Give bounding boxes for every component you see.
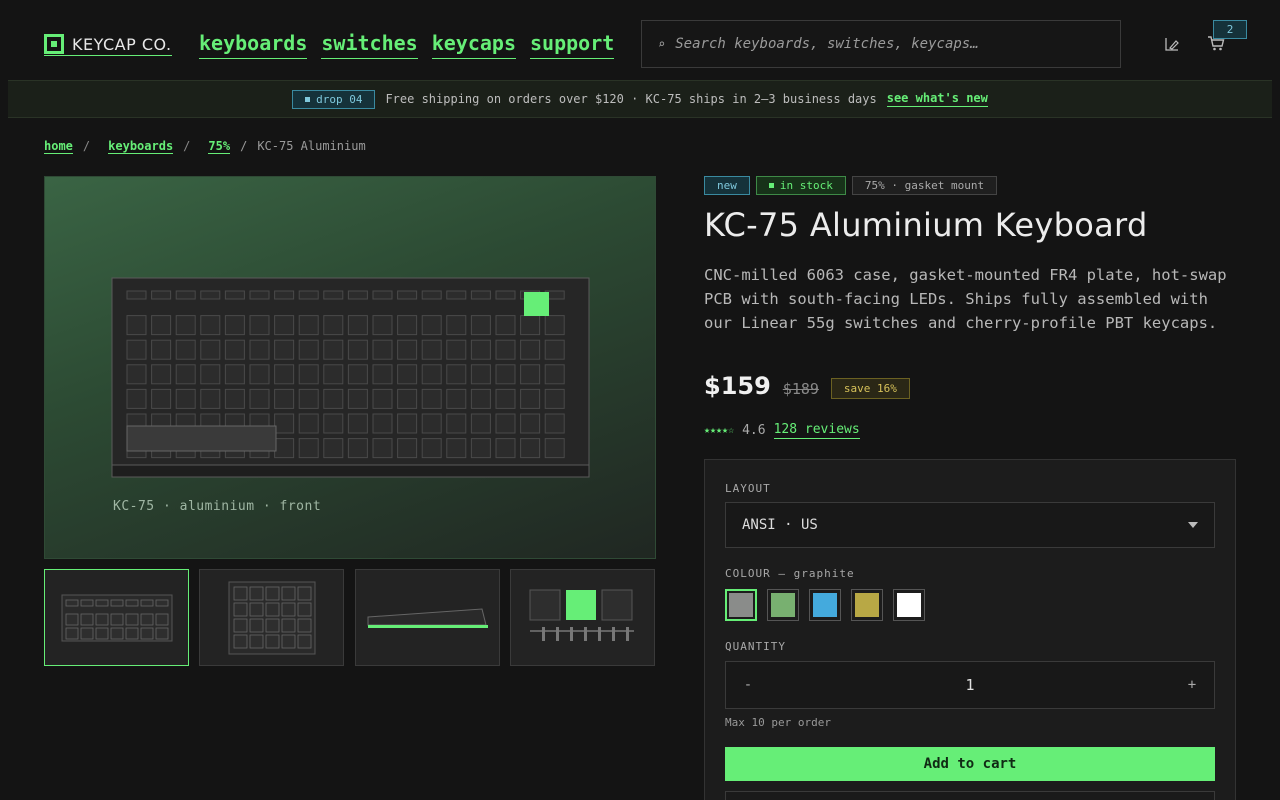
search-input[interactable] <box>675 36 1096 52</box>
max-order-note: Max 10 per order <box>725 716 831 729</box>
add-to-cart-button[interactable]: Add to cart <box>725 747 1215 781</box>
swatch-white[interactable] <box>893 589 925 621</box>
nav-switches[interactable]: switches <box>321 30 418 59</box>
quantity-stepper: - 1 + <box>725 661 1215 709</box>
layout-label: LAYOUT <box>725 482 771 495</box>
price-row: $159 $189 save 16% <box>704 372 910 401</box>
nav-keyboards[interactable]: keyboards <box>199 30 308 59</box>
swatch-sky[interactable] <box>809 589 841 621</box>
nav-support[interactable]: support <box>530 30 615 59</box>
promo-text: Free shipping on orders over $120 · KC-7… <box>385 92 877 106</box>
chevron-down-icon <box>1188 522 1198 528</box>
logo-icon <box>44 34 64 54</box>
quantity-increase-button[interactable]: + <box>1184 677 1200 693</box>
old-price: $189 <box>782 380 819 398</box>
thumbnail-front[interactable] <box>44 569 189 666</box>
breadcrumb-separator: / <box>183 139 191 153</box>
product-description: CNC-milled 6063 case, gasket-mounted FR4… <box>704 266 1227 332</box>
breadcrumb-home[interactable]: home <box>44 139 73 154</box>
thumbnail-side-image <box>367 607 488 628</box>
main-nav: keyboards switches keycaps support <box>199 30 615 59</box>
breadcrumb-75[interactable]: 75% <box>208 139 231 154</box>
tag-in-stock: in stock <box>755 176 846 195</box>
thumbnail-switches[interactable] <box>510 569 655 666</box>
thumbnail-top[interactable] <box>199 569 344 666</box>
brand-logo[interactable]: KEYCAP CO. <box>44 34 172 56</box>
layout-value: ANSI · US <box>742 517 818 533</box>
save-badge: save 16% <box>830 378 910 399</box>
config-panel: LAYOUT ANSI · US COLOUR — graphite QUANT… <box>704 459 1236 800</box>
rating-row: ★★★★☆ 4.6 128 reviews <box>704 422 860 439</box>
quantity-decrease-button[interactable]: - <box>740 677 756 693</box>
product-tags: new in stock 75% · gasket mount <box>704 176 998 195</box>
colour-swatches <box>725 589 925 621</box>
product-hero-image[interactable]: KC-75 · aluminium · front <box>44 176 656 559</box>
square-icon <box>305 96 311 102</box>
tag-in-stock-label: in stock <box>779 179 833 192</box>
cart-count-badge: 2 <box>1213 20 1247 39</box>
swatch-mustard[interactable] <box>851 589 883 621</box>
quantity-label: QUANTITY <box>725 640 786 653</box>
search-icon: ⌕ <box>658 37 666 51</box>
thumbnail-top-image <box>228 581 315 654</box>
star-rating-icon: ★★★★☆ <box>704 425 735 436</box>
tag-layout: 75% · gasket mount <box>851 176 998 195</box>
brand-name: KEYCAP CO. <box>72 34 172 54</box>
thumbnail-side[interactable] <box>355 569 500 666</box>
drop-badge: drop 04 <box>292 89 376 109</box>
hero-caption: KC-75 · aluminium · front <box>113 499 322 514</box>
breadcrumb-current: KC-75 Aluminium <box>257 139 366 153</box>
tag-new: new <box>704 176 750 195</box>
thumbnail-switches-image <box>529 589 634 641</box>
reviews-link[interactable]: 128 reviews <box>773 422 860 439</box>
breadcrumb: home / keyboards / 75% / KC-75 Aluminium <box>44 139 366 154</box>
square-icon <box>768 183 774 188</box>
swatch-sage[interactable] <box>767 589 799 621</box>
promo-bar: drop 04 Free shipping on orders over $12… <box>8 80 1272 118</box>
search-box[interactable]: ⌕ <box>641 20 1121 68</box>
product-title: KC-75 Aluminium Keyboard <box>704 206 1148 244</box>
drop-badge-label: drop 04 <box>316 92 363 106</box>
layout-select[interactable]: ANSI · US <box>725 502 1215 548</box>
colour-label: COLOUR — graphite <box>725 567 855 580</box>
thumbnail-front-image <box>61 594 172 641</box>
rating-value: 4.6 <box>742 423 766 438</box>
breadcrumb-keyboards[interactable]: keyboards <box>108 139 174 154</box>
breadcrumb-separator: / <box>82 139 91 153</box>
quantity-value[interactable]: 1 <box>965 676 974 694</box>
swatch-graphite[interactable] <box>725 589 757 621</box>
account-icon[interactable] <box>1164 36 1180 52</box>
whats-new-link[interactable]: see what's new <box>886 91 988 107</box>
secondary-action-button[interactable] <box>725 791 1215 800</box>
nav-keycaps[interactable]: keycaps <box>431 30 516 59</box>
price: $159 <box>704 372 771 400</box>
breadcrumb-separator: / <box>240 139 248 153</box>
